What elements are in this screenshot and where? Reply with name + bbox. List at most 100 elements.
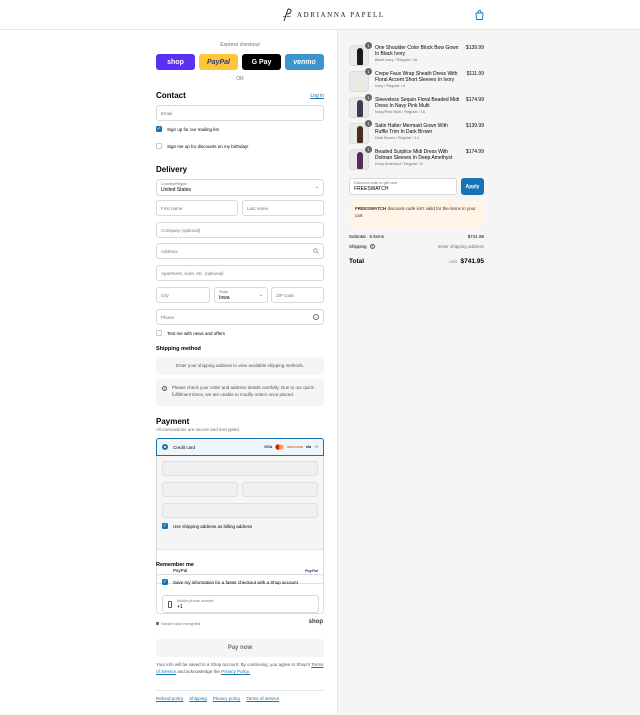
- first-name-input[interactable]: [161, 205, 233, 211]
- brand-monogram-icon: [282, 8, 292, 22]
- shop-pay-button[interactable]: shop: [156, 54, 195, 70]
- apartment-input[interactable]: [161, 270, 319, 276]
- total-group: USD $741.95: [449, 258, 484, 265]
- credit-card-option[interactable]: Credit card VISA DISCOVER elo +3: [156, 438, 324, 456]
- address-input[interactable]: [161, 248, 314, 254]
- google-pay-button[interactable]: G Pay: [242, 54, 281, 70]
- discount-code-field[interactable]: Discount code or gift card FREESWATCH: [349, 178, 457, 195]
- contact-title: Contact: [156, 91, 186, 100]
- name-on-card-field[interactable]: [162, 503, 318, 518]
- product-variant: Black Ivory / Regular / 16: [375, 58, 418, 62]
- birthday-label: Sign me up for discounts on my birthday!: [167, 143, 249, 149]
- paypal-label: PayPal: [173, 567, 188, 573]
- credit-card-label: Credit card: [173, 444, 196, 450]
- help-icon[interactable]: ?: [369, 244, 375, 249]
- birthday-checkbox[interactable]: Sign me up for discounts on my birthday!: [156, 143, 249, 149]
- mailing-list-label: Sign up for our mailing list: [167, 126, 219, 132]
- state-value: Iowa: [219, 294, 230, 301]
- zip-field[interactable]: [271, 287, 324, 303]
- lock-icon: [156, 622, 159, 625]
- text-news-label: Text me with news and offers: [167, 330, 225, 336]
- info-icon: i: [162, 386, 167, 391]
- shop-privacy-link[interactable]: Privacy Policy.: [221, 669, 250, 674]
- mailing-list-checkbox[interactable]: ✓ Sign up for our mailing list: [156, 126, 219, 132]
- elo-icon: elo: [305, 445, 311, 449]
- or-divider: OR: [236, 76, 244, 82]
- mastercard-icon: [275, 444, 284, 450]
- product-variant: Ivory / Regular / 8: [375, 84, 405, 88]
- login-link[interactable]: Log in: [310, 93, 324, 99]
- zip-input[interactable]: [276, 292, 319, 298]
- shipping-link[interactable]: Shipping: [189, 696, 207, 701]
- billing-same-checkbox[interactable]: ✓ Use shipping address as billing addres…: [162, 523, 252, 529]
- email-input[interactable]: [161, 110, 319, 116]
- state-select[interactable]: State Iowa ⌄: [214, 287, 268, 303]
- last-name-field[interactable]: [242, 200, 324, 216]
- shopping-bag-icon[interactable]: [475, 10, 484, 20]
- product-variant: Deep Amethyst / Regular / 8: [375, 162, 423, 166]
- save-info-label: Save my information for a faster checkou…: [173, 579, 298, 585]
- warning-code: FREESWATCH: [355, 206, 387, 211]
- phone-input[interactable]: [161, 314, 313, 320]
- apply-discount-button[interactable]: Apply: [461, 178, 484, 195]
- order-info-text: Please check your order and address deta…: [172, 385, 314, 397]
- text-news-checkbox[interactable]: Text me with news and offers: [156, 330, 225, 336]
- terms-of-service-link[interactable]: Terms of service: [246, 696, 279, 701]
- privacy-policy-link[interactable]: Privacy policy: [213, 696, 241, 701]
- country-select[interactable]: Country/Region United States ⌄: [156, 179, 324, 196]
- remember-me-title: Remember me: [156, 562, 194, 568]
- secure-label: Secure and encrypted: [161, 621, 201, 626]
- refund-policy-link[interactable]: Refund policy: [156, 696, 183, 701]
- product-price: $139.99: [465, 45, 484, 51]
- help-icon[interactable]: ?: [313, 314, 319, 320]
- first-name-field[interactable]: [156, 200, 238, 216]
- product-name: Crepe Faux Wrap Sheath Dress With Floral…: [375, 71, 461, 89]
- shop-logo: shop: [308, 619, 323, 625]
- apartment-field[interactable]: [156, 265, 324, 281]
- quantity-badge: 1: [365, 94, 372, 101]
- mobile-phone-field[interactable]: Mobile phone number +1: [162, 595, 319, 613]
- security-code-field[interactable]: [242, 482, 318, 497]
- product-name: Satin Halter Mermaid Gown With Ruffle Tr…: [375, 123, 461, 141]
- phone-field[interactable]: ?: [156, 309, 324, 325]
- legal-and: and acknowledge the: [177, 669, 220, 674]
- shipping-method-title: Shipping method: [156, 346, 201, 352]
- product-name: One Shoulder Color Block Bow Gown In Bla…: [375, 45, 461, 63]
- radio-selected-icon: [162, 444, 168, 450]
- city-input[interactable]: [161, 292, 205, 298]
- discount-warning: FREESWATCH discount code isn't valid for…: [349, 200, 484, 228]
- email-field[interactable]: [156, 105, 324, 121]
- venmo-button[interactable]: venmo: [285, 54, 324, 70]
- express-wallets: shop PayPal G Pay venmo: [156, 54, 324, 70]
- payment-title: Payment: [156, 417, 190, 426]
- last-name-input[interactable]: [247, 205, 319, 211]
- save-info-checkbox[interactable]: ✓ Save my information for a faster check…: [162, 579, 298, 585]
- quantity-badge: 1: [365, 146, 372, 153]
- checkmark-icon: ✓: [162, 523, 168, 529]
- mobile-phone-icon: [168, 601, 172, 608]
- city-field[interactable]: [156, 287, 210, 303]
- secure-note: Secure and encrypted: [156, 621, 200, 626]
- company-field[interactable]: [156, 222, 324, 238]
- order-item: 1 Beaded Surplice Midi Dress With Dolman…: [349, 146, 484, 173]
- total-value: $741.95: [460, 258, 485, 265]
- chevron-down-icon: ⌄: [258, 292, 263, 298]
- address-field[interactable]: [156, 243, 324, 259]
- expiration-field[interactable]: [162, 482, 238, 497]
- product-variant: Dark Brown / Regular / 14: [375, 136, 419, 140]
- brand-logo[interactable]: ADRIANNA PAPELL: [282, 8, 385, 22]
- mobile-phone-value: +1: [177, 603, 183, 610]
- product-title: Crepe Faux Wrap Sheath Dress With Floral…: [375, 71, 458, 83]
- express-checkout-title: Express checkout: [220, 42, 260, 48]
- paypal-button[interactable]: PayPal: [199, 54, 238, 70]
- pay-now-button[interactable]: Pay now: [156, 639, 324, 657]
- order-item: 1 One Shoulder Color Block Bow Gown In B…: [349, 42, 484, 69]
- quantity-badge: 1: [365, 68, 372, 75]
- order-item: 1 Sleeveless Sequin Floral Beaded Midi D…: [349, 94, 484, 121]
- card-number-field[interactable]: [162, 461, 318, 476]
- product-image: [357, 126, 363, 143]
- company-input[interactable]: [161, 227, 319, 233]
- discount-code-value: FREESWATCH: [354, 186, 389, 192]
- divider: [157, 549, 323, 550]
- product-image: [357, 100, 363, 117]
